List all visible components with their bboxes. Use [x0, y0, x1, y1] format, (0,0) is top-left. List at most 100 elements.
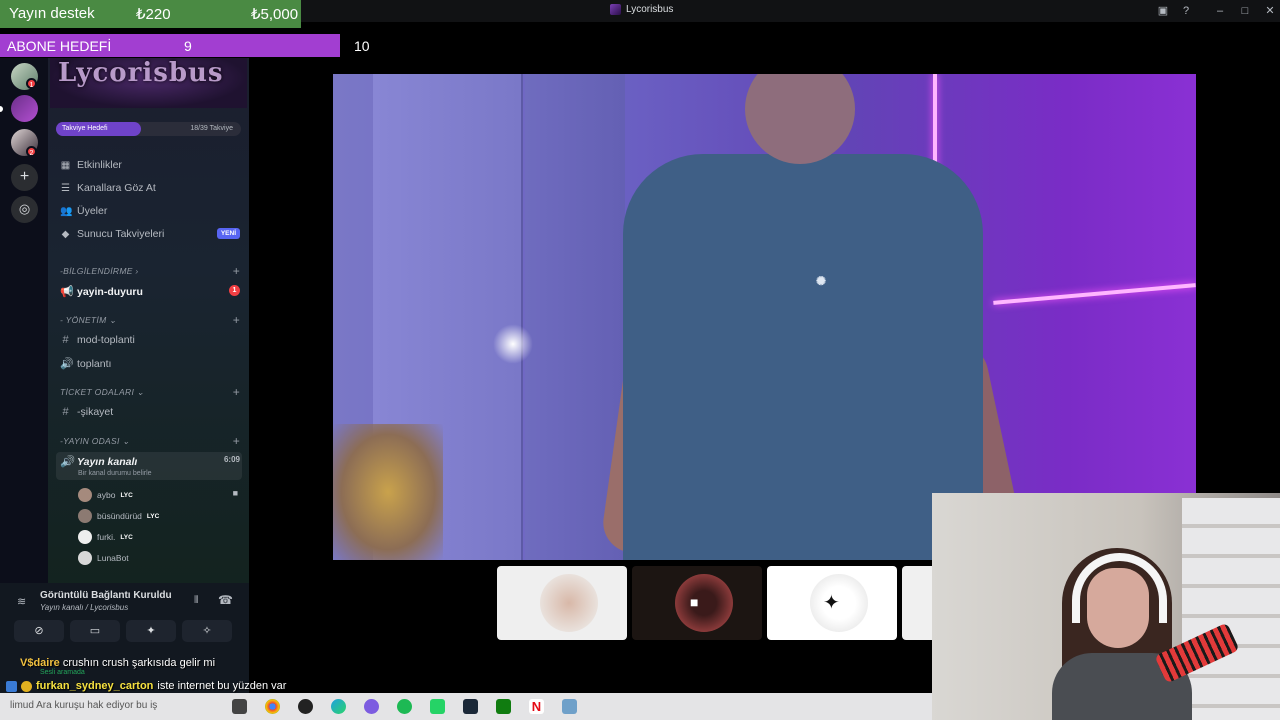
window-title: Lycorisbus: [610, 4, 673, 15]
chat-username: V$daire: [20, 657, 60, 669]
channel-toplanti[interactable]: 🔊 toplantı: [60, 357, 240, 371]
server-icon-lycorisbus[interactable]: [11, 95, 38, 122]
participant-tile[interactable]: ✦: [767, 566, 897, 640]
chat-message: furkan_sydney_carton iste internet bu yü…: [6, 680, 286, 692]
avatar: [78, 530, 92, 544]
add-channel-icon[interactable]: +: [233, 313, 240, 327]
settings-gear-icon[interactable]: [562, 699, 577, 714]
video-object: [333, 424, 443, 560]
boost-progress-fill: Takviye Hedefi: [56, 122, 141, 136]
video-person: [623, 154, 983, 560]
server-mention-badge: 1: [26, 78, 37, 89]
menu-item-server-boosts[interactable]: ◆ Sunucu Takviyeleri YENİ: [60, 228, 240, 240]
minimize-button[interactable]: –: [1212, 3, 1228, 19]
add-channel-icon[interactable]: +: [233, 434, 240, 448]
avatar: [675, 574, 733, 632]
menu-item-events[interactable]: ▦ Etkinlikler: [60, 159, 240, 171]
steam-icon[interactable]: [463, 699, 478, 714]
signal-icon: ≋: [17, 596, 27, 608]
discord-icon[interactable]: [364, 699, 379, 714]
whatsapp-icon[interactable]: [430, 699, 445, 714]
avatar: [540, 574, 598, 632]
help-icon[interactable]: ?: [1178, 3, 1194, 19]
chat-text: iste internet bu yüzden var: [157, 680, 287, 692]
activities-button[interactable]: ✦: [126, 620, 176, 642]
menu-item-members[interactable]: 👥 Üyeler: [60, 205, 240, 217]
channel-sidebar: Lycorisbus Takviye Hedefi 18/39 Takviye …: [48, 58, 249, 588]
menu-item-browse-channels[interactable]: ☰ Kanallara Göz At: [60, 182, 240, 194]
category-bilgilendirme[interactable]: -BİLGİLENDİRME › +: [60, 264, 240, 278]
bird-icon: ✦: [823, 592, 840, 614]
voice-icon: 🔊: [60, 456, 74, 468]
boost-count: 18/39 Takviye: [190, 125, 233, 132]
inbox-icon[interactable]: ▣: [1155, 3, 1171, 19]
voice-user[interactable]: LunaBot: [78, 551, 238, 565]
server-mention-badge: 2: [26, 146, 37, 157]
close-button[interactable]: ✕: [1262, 3, 1278, 19]
led-strip: [993, 283, 1196, 305]
channel-sikayet[interactable]: # -şikayet: [60, 406, 240, 418]
announcement-icon: 📢: [60, 286, 74, 298]
call-status: Sesli aramada: [40, 669, 85, 676]
server-banner-logo: Lycorisbus: [58, 58, 224, 88]
discover-icon[interactable]: ◎: [11, 196, 38, 223]
voice-connection-panel: ≋ Görüntülü Bağlantı Kuruldu Yayın kanal…: [0, 583, 249, 693]
xbox-icon[interactable]: [496, 699, 511, 714]
server-banner[interactable]: Lycorisbus: [50, 58, 247, 108]
donation-goal-bar: Yayın destek ₺220 ₺5,000: [0, 0, 301, 28]
obs-icon[interactable]: [298, 699, 313, 714]
camera-toggle-button[interactable]: ⊘: [14, 620, 64, 642]
shirt-logo-icon: ✺: [815, 274, 827, 288]
calendar-icon: ▦: [60, 159, 71, 171]
speaker-icon: 🔊: [60, 358, 74, 370]
donation-goal: ₺5,000: [251, 6, 299, 23]
chrome-icon[interactable]: [265, 699, 280, 714]
channel-yayin-duyuru[interactable]: 📢 yayin-duyuru 1: [60, 285, 240, 298]
boost-goal[interactable]: Takviye Hedefi 18/39 Takviye: [56, 122, 241, 137]
participant-tile[interactable]: [497, 566, 627, 640]
category-yonetim[interactable]: - YÖNETİM ⌄ +: [60, 313, 240, 327]
category-yayin-odasi[interactable]: -YAYIN ODASI ⌄ +: [60, 434, 240, 448]
chat-username: furkan_sydney_carton: [36, 680, 154, 692]
server-unread-pill: [0, 106, 3, 112]
voice-user[interactable]: aybo LYC ■: [78, 488, 238, 502]
video-light: [493, 324, 533, 364]
screen-share-button[interactable]: ▭: [70, 620, 120, 642]
camera-off-icon: ■: [690, 594, 699, 610]
spotify-icon[interactable]: [397, 699, 412, 714]
hash-icon: #: [62, 334, 69, 346]
add-channel-icon[interactable]: +: [233, 385, 240, 399]
streamer-webcam: [932, 493, 1280, 720]
sub-goal-current: 9: [184, 38, 192, 54]
sub-goal-label: ABONE HEDEFİ: [7, 38, 112, 54]
taskbar: limud Ara kuruşu hak ediyor bu iş N: [0, 693, 932, 720]
participant-tile[interactable]: [902, 566, 932, 640]
voice-status[interactable]: Görüntülü Bağlantı Kuruldu: [40, 590, 172, 601]
channel-mod-toplanti[interactable]: # mod-toplanti: [60, 334, 240, 346]
maximize-button[interactable]: □: [1237, 3, 1253, 19]
new-badge: YENİ: [216, 228, 240, 239]
edge-icon[interactable]: [331, 699, 346, 714]
add-channel-icon[interactable]: +: [233, 264, 240, 278]
avatar: [78, 488, 92, 502]
platform-icon: [6, 680, 17, 692]
sub-goal-target: 10: [354, 38, 370, 54]
voice-user[interactable]: büsündürüd LYC: [78, 509, 238, 523]
add-server-icon[interactable]: +: [11, 164, 38, 191]
disconnect-icon[interactable]: ☎: [218, 593, 233, 607]
soundboard-button[interactable]: ✧: [182, 620, 232, 642]
channel-yayin-kanali[interactable]: 🔊 Yayın kanalı 6:09: [60, 455, 240, 468]
video-person-head: [745, 74, 855, 164]
main-video-stream[interactable]: ✺: [333, 74, 1196, 560]
voice-channel-path[interactable]: Yayın kanalı / Lycorisbus: [40, 603, 128, 612]
noise-suppression-icon[interactable]: ⦀: [194, 595, 198, 606]
channel-status[interactable]: Bir kanal durumu belirle: [78, 470, 152, 477]
chat-message: V$daire crushın crush şarkısıda gelir mi: [20, 657, 215, 669]
category-ticket-odalari[interactable]: TİCKET ODALARI ⌄ +: [60, 385, 240, 399]
mention-badge: 1: [229, 285, 240, 296]
participant-tile[interactable]: ■: [632, 566, 762, 640]
task-view-icon[interactable]: [232, 699, 247, 714]
netflix-icon[interactable]: N: [529, 699, 544, 714]
browse-icon: ☰: [61, 182, 70, 194]
voice-user[interactable]: furki. LYC: [78, 530, 238, 544]
